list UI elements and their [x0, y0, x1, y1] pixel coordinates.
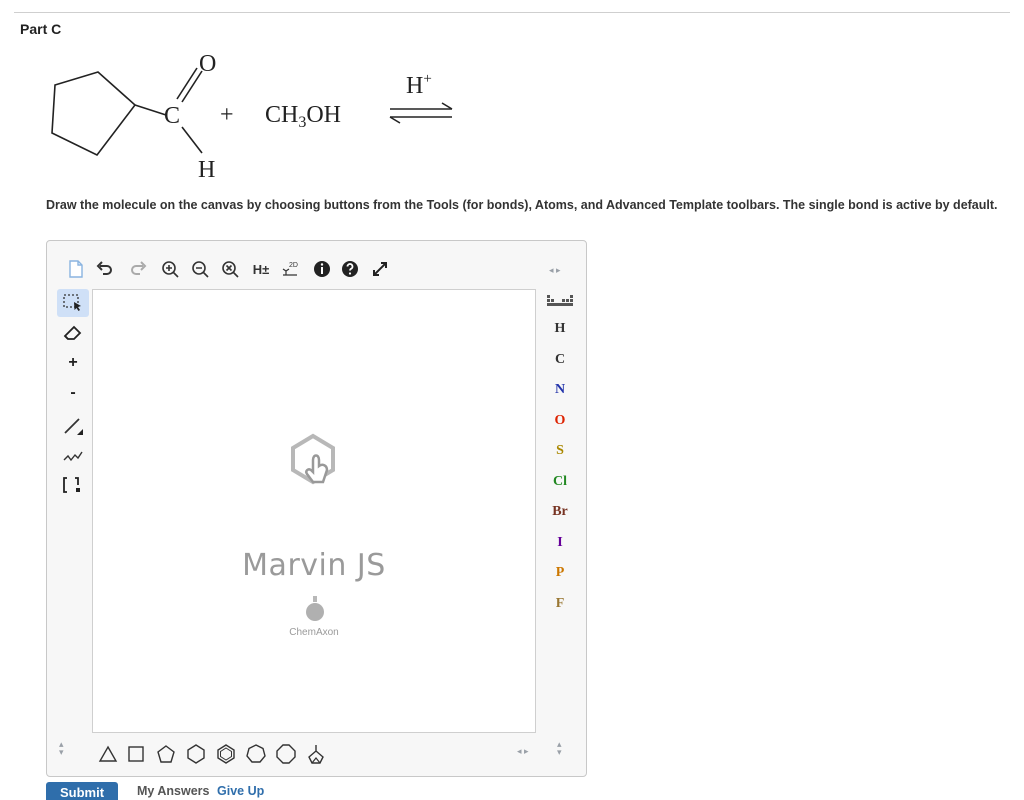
eraser-icon[interactable] — [57, 319, 89, 347]
submit-button[interactable]: Submit — [46, 782, 118, 800]
periodic-table-icon[interactable] — [546, 293, 574, 309]
top-toolbar-scroll-icon[interactable]: ◂ ▸ — [549, 265, 561, 276]
cyclohexane-template-icon[interactable] — [183, 741, 209, 767]
plus-sign: + — [220, 102, 234, 128]
info-icon[interactable] — [311, 258, 333, 280]
marvin-logo: Marvin JS ChemAxon — [93, 290, 535, 732]
decrease-charge-button[interactable]: - — [57, 379, 89, 407]
clean-2d-button[interactable]: 2D — [279, 258, 301, 280]
chemaxon-flask-icon — [306, 596, 324, 621]
drawing-canvas[interactable]: Marvin JS ChemAxon — [92, 289, 536, 733]
cycloheptane-template-icon[interactable] — [243, 741, 269, 767]
cyclopentane-template-icon[interactable] — [153, 741, 179, 767]
bracket-icon[interactable] — [57, 471, 89, 499]
my-answers-link[interactable]: My Answers — [137, 784, 209, 798]
cyclooctane-template-icon[interactable] — [273, 741, 299, 767]
atom-button-p[interactable]: P — [547, 561, 573, 585]
cyclopentane-ring — [51, 71, 137, 157]
atom-button-c[interactable]: C — [547, 348, 573, 372]
ch-bond — [181, 126, 203, 154]
atom-button-cl[interactable]: Cl — [547, 470, 573, 494]
zoom-reset-icon[interactable] — [219, 258, 241, 280]
marvin-logo-text: Marvin JS — [242, 548, 386, 583]
cyclobutane-template-icon[interactable] — [123, 741, 149, 767]
hydrogen-toggle-button[interactable]: H± — [247, 258, 275, 280]
oxygen-label: O — [199, 51, 216, 77]
hydrogen-label: H — [198, 157, 215, 183]
give-up-link[interactable]: Give Up — [217, 784, 264, 798]
chemaxon-text: ChemAxon — [289, 627, 339, 638]
part-title: Part C — [20, 21, 62, 37]
marvin-logo-icon — [291, 433, 335, 485]
atom-button-o[interactable]: O — [547, 409, 573, 433]
rectangle-selection-icon[interactable] — [57, 289, 89, 317]
chain-icon[interactable] — [57, 441, 89, 469]
benzene-template-icon[interactable] — [213, 741, 239, 767]
reaction-scheme: C O H + CH3OH H+ — [51, 51, 453, 183]
top-divider — [14, 12, 1010, 13]
atoms-scroll-icon[interactable]: ▴ ▾ — [557, 740, 562, 757]
undo-icon[interactable] — [94, 258, 116, 280]
atom-button-s[interactable]: S — [547, 439, 573, 463]
help-icon[interactable] — [339, 258, 361, 280]
increase-charge-button[interactable]: + — [57, 349, 89, 377]
zoom-out-icon[interactable] — [189, 258, 211, 280]
fullscreen-icon[interactable] — [369, 258, 391, 280]
templates-scroll-icon[interactable]: ◂ ▸ — [517, 746, 529, 757]
single-bond-icon[interactable] — [57, 411, 89, 439]
left-toolbar: + - — [57, 289, 91, 499]
redo-icon[interactable] — [127, 258, 149, 280]
atoms-toolbar: H C N O S Cl Br I P F — [537, 289, 585, 731]
cyclopropane-template-icon[interactable] — [95, 741, 121, 767]
methanol-formula: CH3OH — [265, 102, 341, 131]
atom-button-i[interactable]: I — [547, 531, 573, 555]
ring-carbon-bond — [134, 104, 167, 116]
carbonyl-carbon-label: C — [164, 103, 180, 129]
svg-text:2D: 2D — [289, 262, 298, 269]
top-toolbar: H± 2D ◂ ▸ — [47, 241, 586, 291]
new-document-icon[interactable] — [65, 258, 87, 280]
instructions-text: Draw the molecule on the canvas by choos… — [46, 198, 998, 212]
zoom-in-icon[interactable] — [159, 258, 181, 280]
acid-catalyst: H+ — [406, 71, 432, 99]
advanced-template-icon[interactable] — [303, 741, 329, 767]
marvin-editor: H± 2D ◂ ▸ + - Marvin JS ChemAxon H C N O… — [46, 240, 587, 777]
atom-button-f[interactable]: F — [547, 592, 573, 616]
atom-button-br[interactable]: Br — [547, 500, 573, 524]
atom-button-h[interactable]: H — [547, 317, 573, 341]
templates-toolbar: ▴ ▾ ◂ ▸ ▴ ▾ — [47, 733, 586, 775]
templates-scroll-up-icon[interactable]: ▴ ▾ — [59, 740, 64, 757]
atom-button-n[interactable]: N — [547, 378, 573, 402]
